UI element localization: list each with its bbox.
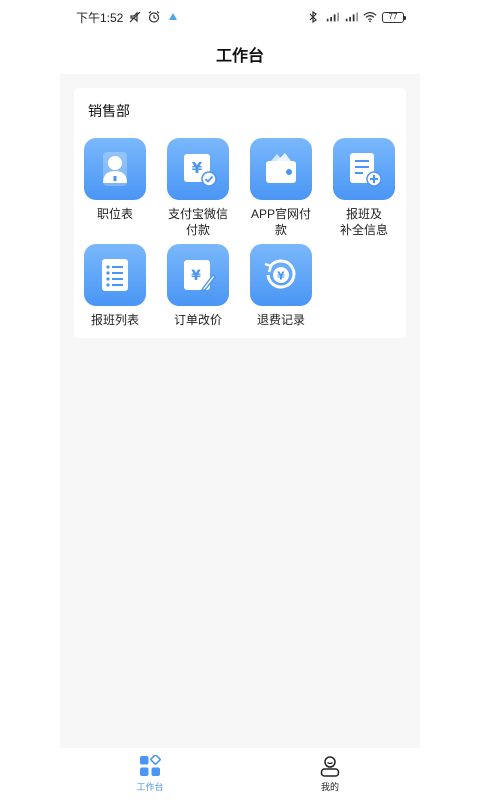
tile[interactable] (84, 138, 146, 200)
nav-item-profile[interactable]: 我的 (240, 748, 420, 800)
tile[interactable] (333, 138, 395, 200)
bluetooth-icon (309, 10, 317, 24)
menu-item-refund-records[interactable]: ¥ 退费记录 (241, 244, 321, 328)
tile[interactable]: ¥ (250, 244, 312, 306)
menu-item-alipay-wechat-payment[interactable]: ¥ 支付宝微信 付款 (158, 138, 238, 238)
app-notification-icon (169, 13, 178, 20)
battery-icon: 77 (382, 11, 406, 23)
menu-item-position-table[interactable]: 职位表 (75, 138, 155, 222)
menu-item-label: 报班及 补全信息 (339, 207, 388, 237)
nav-label: 我的 (320, 782, 339, 792)
menu-item-label: 订单改价 (173, 313, 222, 327)
status-right: 77 (306, 10, 406, 24)
wallet-icon (266, 153, 296, 183)
app-screen: 下午1:52 77 工作台 销售部 职位表 ¥ 支付宝微信 付款 APP官网付 … (60, 0, 420, 800)
status-left: 下午1:52 (76, 9, 180, 26)
workbench-icon (140, 755, 161, 776)
signal-icon (345, 12, 358, 22)
payment-check-icon: ¥ (184, 154, 217, 187)
wifi-icon (363, 12, 377, 23)
sales-department-card: 销售部 职位表 ¥ 支付宝微信 付款 APP官网付 款 报班及 补全信息 报班列… (74, 88, 406, 338)
edit-price-icon: ¥ (184, 260, 216, 292)
menu-item-label: 职位表 (96, 207, 133, 221)
menu-item-label: 退费记录 (256, 313, 305, 327)
menu-item-order-price-change[interactable]: ¥ 订单改价 (158, 244, 238, 328)
tile[interactable] (250, 138, 312, 200)
list-icon (102, 259, 128, 291)
bottom-nav: 工作台 我的 (60, 748, 420, 800)
status-bar: 下午1:52 77 (60, 0, 420, 34)
section-title: 销售部 (88, 103, 130, 119)
tile[interactable]: ¥ (167, 138, 229, 200)
tile[interactable] (84, 244, 146, 306)
svg-text:¥: ¥ (191, 268, 201, 284)
menu-item-label: 报班列表 (90, 313, 139, 327)
person-icon (103, 152, 127, 186)
svg-text:¥: ¥ (277, 270, 285, 283)
refund-icon: ¥ (264, 259, 296, 289)
alarm-icon (148, 11, 160, 23)
profile-icon (320, 756, 340, 777)
nav-label: 工作台 (136, 782, 164, 792)
svg-text:¥: ¥ (192, 159, 203, 177)
status-time: 下午1:52 (76, 10, 124, 25)
menu-item-label: APP官网付 款 (250, 207, 311, 237)
menu-item-enroll-complete-info[interactable]: 报班及 补全信息 (324, 138, 404, 238)
page-title: 工作台 (60, 34, 420, 74)
add-document-icon (350, 153, 382, 187)
mute-icon (129, 11, 141, 23)
signal-icon (326, 12, 339, 22)
menu-item-enrollment-list[interactable]: 报班列表 (75, 244, 155, 328)
menu-item-label: 支付宝微信 付款 (167, 207, 228, 237)
tile[interactable]: ¥ (167, 244, 229, 306)
nav-item-workbench[interactable]: 工作台 (60, 748, 240, 800)
menu-item-app-website-payment[interactable]: APP官网付 款 (241, 138, 321, 238)
